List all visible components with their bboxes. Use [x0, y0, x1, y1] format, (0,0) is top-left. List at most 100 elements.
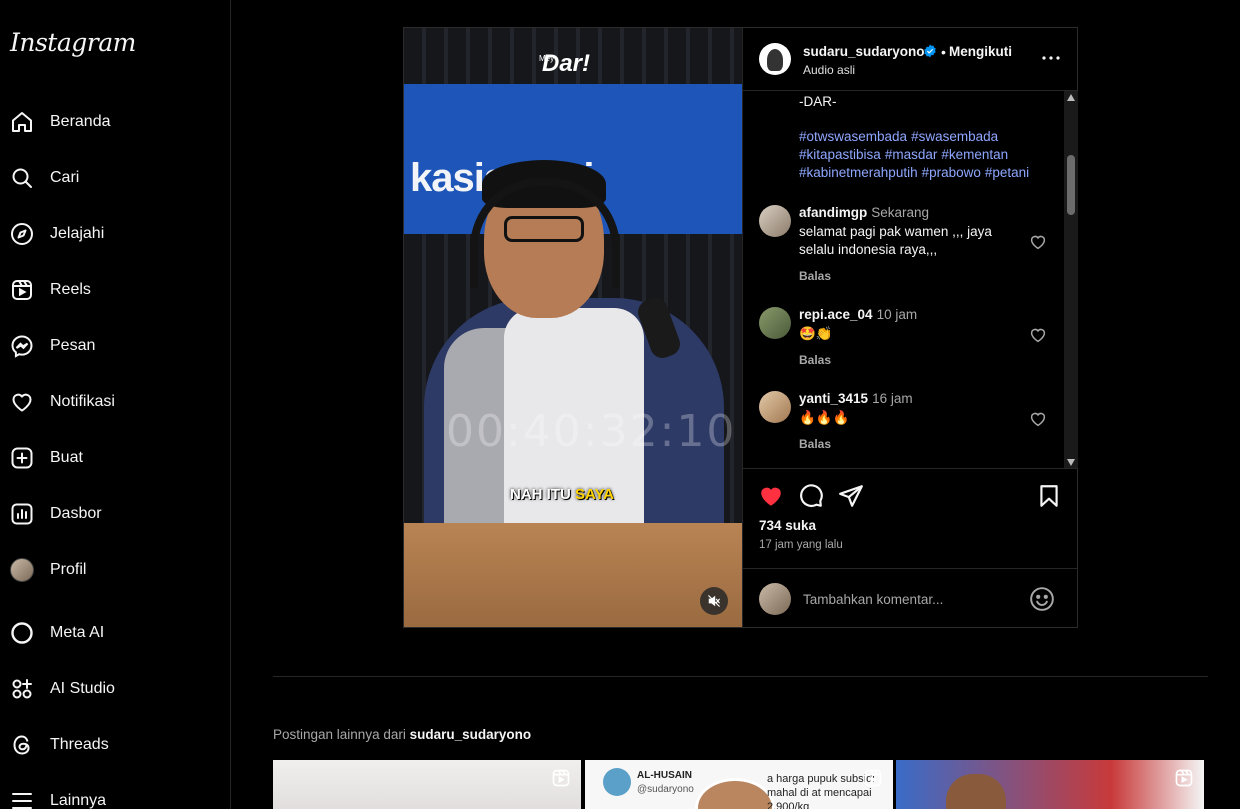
nav-label: Jelajahi — [50, 225, 105, 242]
author-avatar[interactable] — [759, 43, 791, 75]
thumbnail-face — [695, 778, 775, 809]
nav-label: AI Studio — [50, 680, 115, 697]
like-button-icon[interactable] — [758, 483, 784, 509]
post-panel: sudaru_sudaryono • Mengikuti Audio asli … — [742, 28, 1078, 627]
post-timestamp: 17 jam yang lalu — [759, 539, 843, 551]
mute-button[interactable] — [700, 587, 728, 615]
nav-item-create[interactable]: Buat — [0, 434, 231, 482]
heart-icon[interactable] — [1029, 233, 1047, 251]
glasses — [504, 216, 584, 242]
nav-item-profile[interactable]: Profil — [0, 546, 231, 594]
thumbnail-avatar — [603, 768, 631, 796]
post-header: sudaru_sudaryono • Mengikuti Audio asli — [743, 28, 1078, 91]
nav-label: Lainnya — [50, 792, 107, 809]
more-posts-username[interactable]: sudaru_sudaryono — [410, 727, 532, 742]
verified-badge-icon — [924, 44, 936, 58]
more-posts-heading: Postingan lainnya dari sudaru_sudaryono — [273, 727, 531, 742]
comment-time: 10 jam — [876, 307, 918, 322]
add-comment-bar — [743, 568, 1078, 627]
caption-highlight: SAYA — [575, 486, 614, 503]
nav-item-messages[interactable]: Pesan — [0, 322, 231, 370]
heart-icon[interactable] — [1029, 410, 1047, 428]
comment-time: Sekarang — [871, 205, 930, 220]
nav-label: Profil — [50, 561, 87, 578]
section-divider — [273, 676, 1208, 677]
audio-link[interactable]: Audio asli — [803, 63, 855, 77]
comment-avatar[interactable] — [759, 307, 791, 339]
scroll-up-arrow[interactable] — [1067, 94, 1075, 101]
thumbnail-face — [946, 774, 1006, 809]
reply-button[interactable]: Balas — [799, 353, 831, 367]
video-caption: NAH ITU SAYA — [510, 486, 614, 503]
nav-item-home[interactable]: Beranda — [0, 98, 231, 146]
nav-item-ai-studio[interactable]: AI Studio — [0, 665, 231, 713]
heart-icon — [10, 390, 34, 414]
comment-avatar[interactable] — [759, 391, 791, 423]
nav-label: Threads — [50, 736, 109, 753]
desk — [404, 523, 742, 627]
comment-icon[interactable] — [798, 483, 824, 509]
comment-username[interactable]: repi.ace_04 — [799, 307, 873, 322]
hashtag-link[interactable]: #kitapastibisa — [799, 147, 881, 162]
nav-item-reels[interactable]: Reels — [0, 266, 231, 314]
more-options-icon[interactable] — [1039, 46, 1063, 70]
scroll-thumb[interactable] — [1067, 155, 1075, 215]
reel-video[interactable]: kasisolusi Mey Dar! 00:40:32:10 NAH ITU … — [404, 28, 742, 627]
nav-item-explore[interactable]: Jelajahi — [0, 210, 231, 258]
hashtag-link[interactable]: #kementan — [941, 147, 1008, 162]
comments-list[interactable]: -DAR- #otwswasembada #swasembada #kitapas… — [743, 91, 1078, 469]
nav-label: Dasbor — [50, 505, 102, 522]
heart-icon[interactable] — [1029, 326, 1047, 344]
like-count[interactable]: 734 suka — [759, 518, 816, 533]
menu-icon — [10, 789, 34, 809]
current-user-avatar — [759, 583, 791, 615]
author-username[interactable]: sudaru_sudaryono — [803, 44, 925, 59]
home-icon — [10, 110, 34, 134]
more-post-thumbnail[interactable]: AL-HUSAIN @sudaryono a harga pupuk subsi… — [585, 760, 893, 809]
add-comment-input[interactable] — [803, 589, 1023, 609]
comment-username[interactable]: yanti_3415 — [799, 391, 868, 406]
nav-label: Buat — [50, 449, 83, 466]
hashtag-link[interactable]: #prabowo — [922, 165, 981, 180]
reels-icon — [552, 769, 570, 787]
sidebar: Instagram Beranda Cari Jelajahi Reels Pe… — [0, 0, 231, 809]
hashtag-link[interactable]: #masdar — [885, 147, 938, 162]
bookmark-icon[interactable] — [1036, 483, 1062, 509]
timer-overlay: 00:40:32:10 — [446, 406, 737, 457]
scroll-down-arrow[interactable] — [1067, 459, 1075, 466]
search-icon — [10, 166, 34, 190]
chart-icon — [10, 502, 34, 526]
nav-item-meta-ai[interactable]: Meta AI — [0, 609, 231, 657]
comment-avatar[interactable] — [759, 205, 791, 237]
reels-icon — [1175, 769, 1193, 787]
video-logo: Dar! — [542, 50, 591, 77]
emoji-icon[interactable] — [1029, 586, 1055, 612]
ai-studio-icon — [10, 677, 34, 701]
caption-white: NAH ITU — [510, 486, 575, 503]
hashtag-link[interactable]: #kabinetmerahputih — [799, 165, 918, 180]
nav-item-threads[interactable]: Threads — [0, 721, 231, 769]
hashtag-link[interactable]: #petani — [985, 165, 1029, 180]
nav-label: Cari — [50, 169, 80, 186]
thumbnail-handle: @sudaryono — [637, 784, 694, 795]
reply-button[interactable]: Balas — [799, 437, 831, 451]
comments-scrollbar[interactable] — [1064, 91, 1078, 468]
nav-item-notifications[interactable]: Notifikasi — [0, 378, 231, 426]
threads-icon — [10, 733, 34, 757]
reply-button[interactable]: Balas — [799, 269, 831, 283]
more-post-thumbnail[interactable] — [896, 760, 1204, 809]
hashtag-link[interactable]: #swasembada — [911, 129, 998, 144]
share-icon[interactable] — [838, 483, 864, 509]
separator-dot: • — [941, 44, 946, 60]
more-post-thumbnail[interactable] — [273, 760, 581, 809]
following-button[interactable]: Mengikuti — [949, 44, 1012, 59]
instagram-logo[interactable]: Instagram — [10, 28, 136, 57]
nav-item-dashboard[interactable]: Dasbor — [0, 490, 231, 538]
compass-icon — [10, 222, 34, 246]
hashtag-link[interactable]: #otwswasembada — [799, 129, 907, 144]
comment-username[interactable]: afandimgp — [799, 205, 867, 220]
hashtags: #otwswasembada #swasembada #kitapastibisa… — [799, 128, 1061, 182]
nav-item-more[interactable]: Lainnya — [0, 777, 231, 809]
comment-text: 🤩👏 — [799, 326, 833, 341]
nav-item-search[interactable]: Cari — [0, 154, 231, 202]
